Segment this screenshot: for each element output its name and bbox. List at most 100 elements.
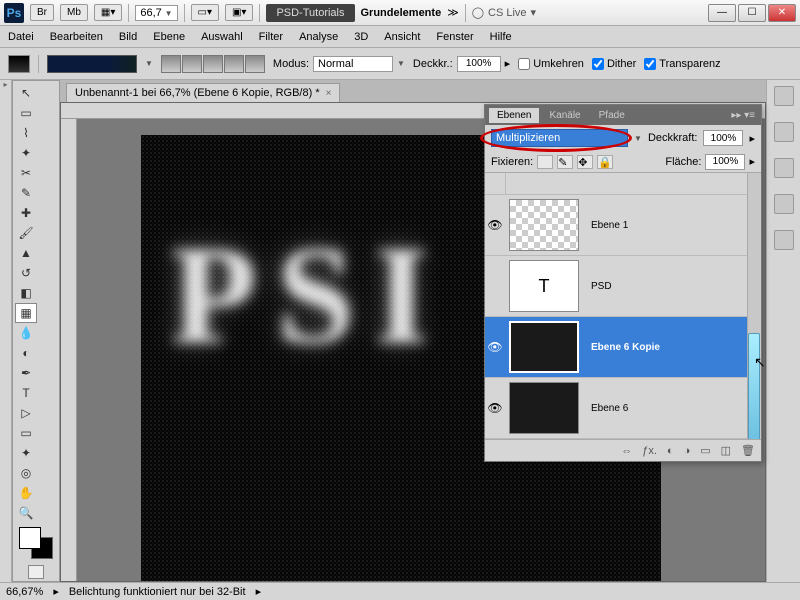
layer-thumbnail[interactable] [509, 382, 579, 434]
adjustment-icon[interactable]: ◑ [684, 445, 691, 457]
layer-opacity-input[interactable] [703, 130, 743, 146]
wand-tool[interactable]: ✦ [15, 143, 37, 163]
tool-preset[interactable] [8, 55, 30, 73]
tab-ebenen[interactable]: Ebenen [489, 108, 539, 123]
minimize-button[interactable]: — [708, 4, 736, 22]
menu-analyse[interactable]: Analyse [299, 31, 338, 43]
layer-row[interactable] [485, 173, 761, 195]
workspace-tab-psd[interactable]: PSD-Tutorials [266, 4, 354, 22]
heal-tool[interactable]: ✚ [15, 203, 37, 223]
document-tab[interactable]: Unbenannt-1 bei 66,7% (Ebene 6 Kopie, RG… [66, 83, 340, 102]
gradient-linear[interactable] [161, 55, 181, 73]
dodge-tool[interactable]: ◐ [15, 343, 37, 363]
transparency-checkbox[interactable]: Transparenz [644, 58, 720, 70]
reverse-checkbox[interactable]: Umkehren [518, 58, 584, 70]
close-button[interactable]: ✕ [768, 4, 796, 22]
layer-name[interactable]: Ebene 6 [583, 403, 628, 414]
lock-all-icon[interactable]: 🔒 [597, 155, 613, 169]
blur-tool[interactable]: 💧 [15, 323, 37, 343]
3d-tool[interactable]: ✦ [15, 443, 37, 463]
new-layer-icon[interactable]: ◫ [721, 444, 731, 457]
status-zoom[interactable]: 66,67% [6, 586, 43, 598]
tab-kanaele[interactable]: Kanäle [541, 108, 588, 123]
panel-icon-channels[interactable] [774, 122, 794, 142]
mask-icon[interactable]: ◐ [667, 445, 674, 457]
menu-3d[interactable]: 3D [354, 31, 368, 43]
scrollbar-thumb[interactable] [748, 333, 760, 439]
gradient-preview[interactable] [47, 55, 137, 73]
chevron-down-icon[interactable]: ▼ [634, 134, 642, 143]
gradient-tool[interactable]: ▦ [15, 303, 37, 323]
panel-icon-layers[interactable] [774, 86, 794, 106]
color-swatches[interactable] [15, 527, 57, 563]
layer-thumbnail[interactable] [509, 199, 579, 251]
blend-mode-select[interactable]: Multiplizieren [491, 129, 628, 147]
visibility-icon[interactable]: 👁 [485, 401, 505, 415]
move-tool[interactable]: ↖ [15, 83, 37, 103]
opacity-input[interactable] [457, 56, 501, 72]
crop-tool[interactable]: ✂ [15, 163, 37, 183]
eyedropper-tool[interactable]: ✎ [15, 183, 37, 203]
cs-live[interactable]: ◯ CS Live ▾ [472, 6, 536, 19]
shape-tool[interactable]: ▭ [15, 423, 37, 443]
layer-row-selected[interactable]: 👁 Ebene 6 Kopie [485, 317, 761, 378]
panel-icon-styles[interactable] [774, 194, 794, 214]
fx-icon[interactable]: ƒx. [642, 445, 657, 457]
pen-tool[interactable]: ✒ [15, 363, 37, 383]
layer-name[interactable]: Ebene 1 [583, 220, 628, 231]
more-icon[interactable]: ≫ [447, 6, 459, 19]
hand-tool[interactable]: ✋ [15, 483, 37, 503]
visibility-icon[interactable]: 👁 [485, 218, 505, 232]
panel-icon-swatches[interactable] [774, 230, 794, 250]
gradient-radial[interactable] [182, 55, 202, 73]
layers-scrollbar[interactable] [747, 173, 761, 439]
zoom-tool[interactable]: 🔍 [15, 503, 37, 523]
dither-checkbox[interactable]: Dither [592, 58, 636, 70]
fill-input[interactable] [705, 154, 745, 170]
zoom-select[interactable]: 66,7 ▼ [135, 5, 177, 21]
layer-row[interactable]: T PSD [485, 256, 761, 317]
layer-row[interactable]: 👁 Ebene 6 [485, 378, 761, 439]
lock-position-icon[interactable]: ✥ [577, 155, 593, 169]
brush-tool[interactable]: 🖌 [15, 223, 37, 243]
menu-bild[interactable]: Bild [119, 31, 137, 43]
bridge-button[interactable]: Br [30, 4, 54, 21]
eraser-tool[interactable]: ◧ [15, 283, 37, 303]
view-extras-button[interactable]: ▦▾ [94, 4, 122, 21]
visibility-icon[interactable]: 👁 [485, 340, 505, 354]
lock-pixels-icon[interactable]: ✎ [557, 155, 573, 169]
panel-icon-adjust[interactable] [774, 158, 794, 178]
layer-name[interactable]: Ebene 6 Kopie [583, 342, 660, 353]
layer-thumbnail[interactable] [509, 321, 579, 373]
marquee-tool[interactable]: ▭ [15, 103, 37, 123]
menu-datei[interactable]: Datei [8, 31, 34, 43]
menu-hilfe[interactable]: Hilfe [490, 31, 512, 43]
close-doc-icon[interactable]: × [326, 88, 332, 99]
maximize-button[interactable]: ☐ [738, 4, 766, 22]
menu-ansicht[interactable]: Ansicht [384, 31, 420, 43]
history-brush-tool[interactable]: ↺ [15, 263, 37, 283]
layer-row[interactable]: 👁 Ebene 1 [485, 195, 761, 256]
screenmode-button[interactable]: ▣▾ [225, 4, 253, 21]
lock-transparent-icon[interactable] [537, 155, 553, 169]
stamp-tool[interactable]: ▲ [15, 243, 37, 263]
trash-icon[interactable]: 🗑 [741, 444, 755, 457]
menu-filter[interactable]: Filter [259, 31, 283, 43]
path-tool[interactable]: ▷ [15, 403, 37, 423]
type-tool[interactable]: T [15, 383, 37, 403]
menu-fenster[interactable]: Fenster [436, 31, 473, 43]
quickmask-toggle[interactable] [28, 565, 44, 579]
fg-color[interactable] [19, 527, 41, 549]
link-icon[interactable]: ⇔ [621, 445, 632, 457]
panel-menu-icon[interactable]: ▸▸ ▾≡ [725, 110, 761, 121]
menu-bearbeiten[interactable]: Bearbeiten [50, 31, 103, 43]
3d-camera-tool[interactable]: ◎ [15, 463, 37, 483]
app-logo[interactable]: Ps [4, 3, 24, 23]
gradient-angle[interactable] [203, 55, 223, 73]
minibridge-button[interactable]: Mb [60, 4, 88, 21]
workspace-name[interactable]: Grundelemente [361, 7, 442, 19]
lasso-tool[interactable]: ⌇ [15, 123, 37, 143]
gradient-diamond[interactable] [245, 55, 265, 73]
menu-ebene[interactable]: Ebene [153, 31, 185, 43]
mode-select[interactable]: Normal [313, 56, 393, 72]
